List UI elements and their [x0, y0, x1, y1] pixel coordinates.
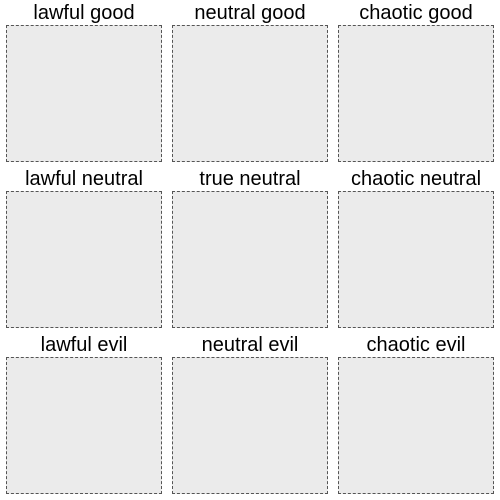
slot-true-neutral[interactable]: [172, 191, 328, 328]
label-chaotic-neutral: chaotic neutral: [338, 168, 494, 191]
label-lawful-good: lawful good: [6, 2, 162, 25]
cell-true-neutral: true neutral: [172, 168, 328, 328]
slot-lawful-neutral[interactable]: [6, 191, 162, 328]
label-chaotic-evil: chaotic evil: [338, 334, 494, 357]
slot-neutral-evil[interactable]: [172, 357, 328, 494]
label-chaotic-good: chaotic good: [338, 2, 494, 25]
slot-lawful-good[interactable]: [6, 25, 162, 162]
cell-chaotic-neutral: chaotic neutral: [338, 168, 494, 328]
alignment-grid: lawful good neutral good chaotic good la…: [6, 2, 494, 494]
cell-chaotic-evil: chaotic evil: [338, 334, 494, 494]
label-neutral-good: neutral good: [172, 2, 328, 25]
label-lawful-evil: lawful evil: [6, 334, 162, 357]
label-neutral-evil: neutral evil: [172, 334, 328, 357]
slot-chaotic-neutral[interactable]: [338, 191, 494, 328]
cell-lawful-good: lawful good: [6, 2, 162, 162]
cell-lawful-neutral: lawful neutral: [6, 168, 162, 328]
slot-neutral-good[interactable]: [172, 25, 328, 162]
cell-lawful-evil: lawful evil: [6, 334, 162, 494]
cell-neutral-good: neutral good: [172, 2, 328, 162]
label-true-neutral: true neutral: [172, 168, 328, 191]
slot-lawful-evil[interactable]: [6, 357, 162, 494]
slot-chaotic-evil[interactable]: [338, 357, 494, 494]
cell-neutral-evil: neutral evil: [172, 334, 328, 494]
cell-chaotic-good: chaotic good: [338, 2, 494, 162]
slot-chaotic-good[interactable]: [338, 25, 494, 162]
label-lawful-neutral: lawful neutral: [6, 168, 162, 191]
